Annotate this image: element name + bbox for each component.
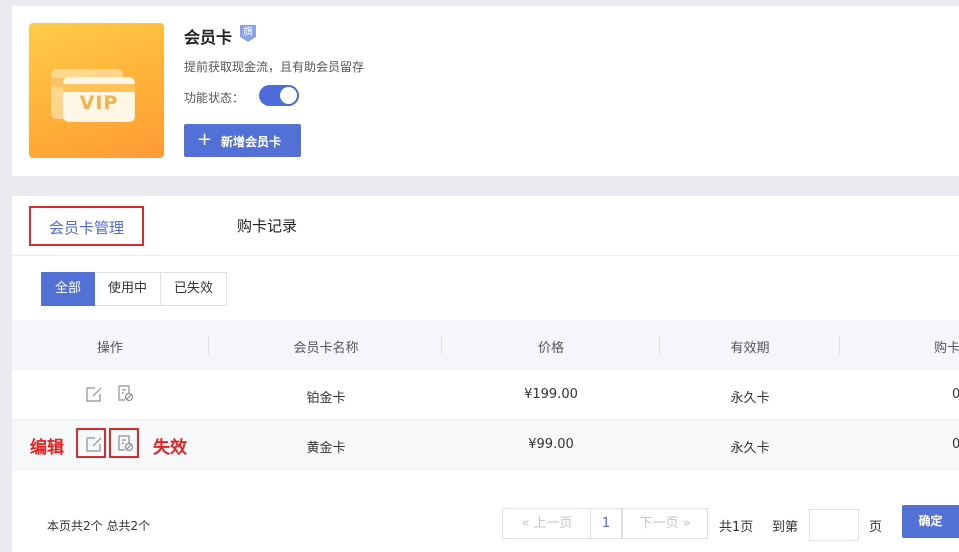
card-validity: 永久卡 [730,391,770,406]
feature-card: VIP 会员卡 旗 提前获取现金流，且有助会员留存 功能状态： + 新增会员卡 [12,6,959,176]
current-page-button[interactable]: 1 [590,508,622,539]
status-label: 功能状态： [184,91,245,105]
annotation-disable: 失效 [153,438,187,458]
edit-icon[interactable] [85,385,103,403]
header-divider [839,336,840,354]
card-name: 黄金卡 [306,441,346,456]
confirm-page-button[interactable]: 确定 [902,505,959,538]
card-name: 铂金卡 [306,391,346,406]
next-page-label: 下一页 [639,516,679,531]
header-validity: 有效期 [730,341,770,356]
header-card-name: 会员卡名称 [293,341,359,356]
goto-label: 到第 [772,520,799,535]
card-price: ¥99.00 [528,437,574,452]
table-row: 铂金卡 ¥199.00 永久卡 0 [12,370,959,420]
card-purchases: 0 [952,387,959,402]
page-count-info: 本页共2个 总共2个 [47,519,151,533]
disable-icon[interactable] [116,384,134,402]
header-divider [208,336,209,354]
header-price: 价格 [537,341,564,356]
card-validity: 永久卡 [730,441,770,456]
card-purchases: 0 [952,437,959,452]
prev-page-label: 上一页 [533,516,573,531]
page-unit-label: 页 [869,520,883,535]
page-number-input[interactable] [809,509,859,541]
add-member-card-button[interactable]: + 新增会员卡 [184,124,301,157]
card-front-shape: VIP [63,77,135,122]
feature-title: 会员卡 [184,28,233,47]
status-toggle[interactable] [259,85,299,106]
filter-expired[interactable]: 已失效 [161,272,227,306]
filter-in-use[interactable]: 使用中 [95,272,161,306]
plus-icon: + [197,129,213,150]
table-header: 操作 会员卡名称 价格 有效期 购卡 [12,320,959,370]
flagship-badge-icon: 旗 [240,25,256,42]
header-operation: 操作 [96,341,123,356]
vip-card-illustration: VIP [29,23,164,158]
card-price: ¥199.00 [524,387,578,402]
add-button-label: 新增会员卡 [221,135,282,149]
filter-all[interactable]: 全部 [41,272,95,306]
vip-label: VIP [79,92,119,114]
toggle-knob [280,87,297,104]
tab-card-management[interactable]: 会员卡管理 [29,206,144,246]
feature-description: 提前获取现金流，且有助会员留存 [184,60,365,74]
main-panel: 会员卡管理 购卡记录 全部 使用中 已失效 操作 会员卡名称 价格 有效期 购卡… [12,196,959,552]
tab-purchase-records[interactable]: 购卡记录 [217,206,317,246]
prev-page-button[interactable]: « 上一页 [502,508,592,539]
annotation-edit: 编辑 [30,438,64,458]
table-row: 编辑 失效 黄金卡 ¥99.00 永久卡 0 [12,420,959,470]
total-pages: 共1页 [719,520,754,535]
next-page-button[interactable]: 下一页 » [622,508,708,539]
tab-divider [12,255,959,256]
disable-icon[interactable] [116,434,134,452]
header-purchases: 购卡 [934,341,959,356]
edit-icon[interactable] [85,435,103,453]
